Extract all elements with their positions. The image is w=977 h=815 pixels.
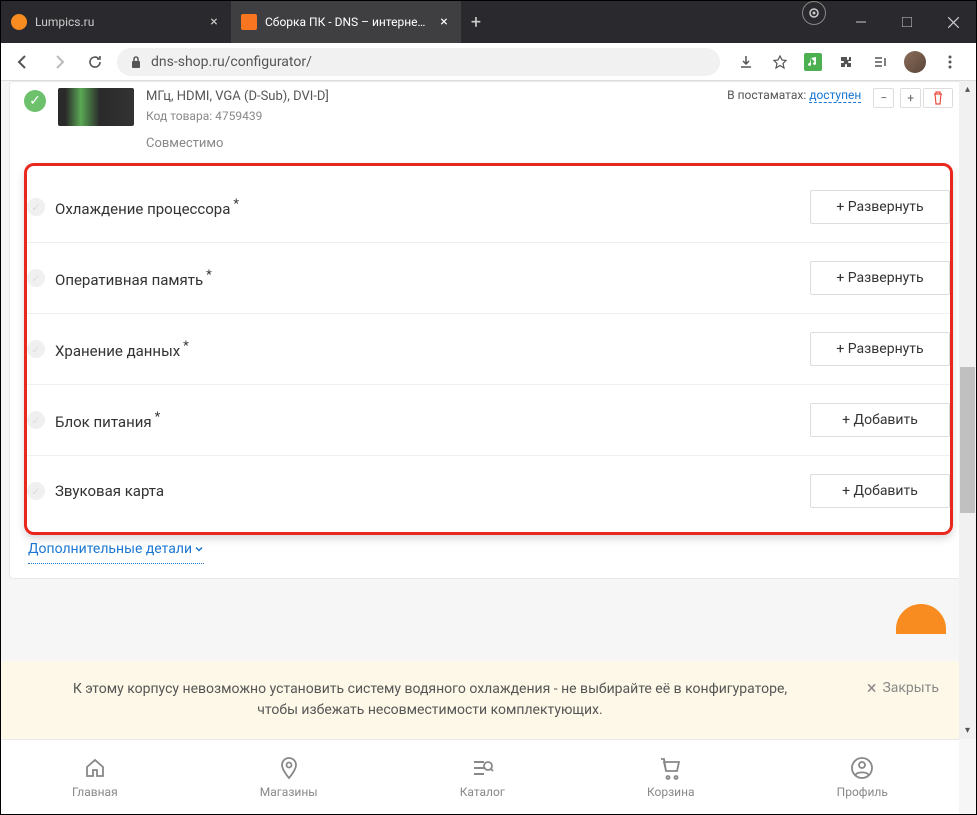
music-extension-icon[interactable] bbox=[804, 53, 822, 71]
profile-avatar-icon[interactable] bbox=[904, 51, 926, 73]
nav-catalog[interactable]: Каталог bbox=[460, 755, 505, 799]
product-code: Код товара: 4759439 bbox=[146, 108, 715, 125]
fab-button[interactable] bbox=[896, 604, 946, 634]
tab-title-1: Сборка ПК - DNS – интернет ма bbox=[265, 15, 429, 29]
page-viewport: ✓ МГц, HDMI, VGA (D-Sub), DVI-D] Код тов… bbox=[1, 81, 976, 814]
category-status-icon: ✓ bbox=[27, 482, 45, 500]
nav-label: Главная bbox=[72, 785, 118, 799]
nav-profile[interactable]: Профиль bbox=[837, 755, 888, 799]
category-status-icon: ✓ bbox=[27, 340, 45, 358]
url-text: dns-shop.ru/configurator/ bbox=[151, 54, 312, 70]
kebab-menu-icon[interactable] bbox=[940, 52, 960, 72]
add-button[interactable]: + Добавить bbox=[810, 474, 950, 508]
chevron-down-icon bbox=[194, 544, 204, 554]
browser-tab-0[interactable]: Lumpics.ru × bbox=[1, 1, 231, 43]
reading-list-icon[interactable] bbox=[870, 52, 890, 72]
nav-cart[interactable]: Корзина bbox=[647, 755, 695, 799]
expand-button[interactable]: + Развернуть bbox=[810, 332, 950, 366]
product-row: ✓ МГц, HDMI, VGA (D-Sub), DVI-D] Код тов… bbox=[24, 82, 953, 163]
browser-tab-1[interactable]: Сборка ПК - DNS – интернет ма × bbox=[231, 1, 461, 43]
nav-home[interactable]: Главная bbox=[72, 755, 118, 799]
nav-label: Профиль bbox=[837, 785, 888, 799]
configurator-card: ✓ МГц, HDMI, VGA (D-Sub), DVI-D] Код тов… bbox=[9, 81, 968, 579]
cart-icon bbox=[658, 755, 684, 781]
add-button[interactable]: + Добавить bbox=[810, 403, 950, 437]
expand-button[interactable]: + Развернуть bbox=[810, 190, 950, 224]
product-info: МГц, HDMI, VGA (D-Sub), DVI-D] Код товар… bbox=[146, 88, 715, 153]
close-icon: × bbox=[867, 675, 877, 702]
reload-button[interactable] bbox=[81, 48, 109, 76]
category-name: Звуковая карта bbox=[55, 482, 164, 500]
scroll-up-icon[interactable]: ▴ bbox=[959, 81, 976, 98]
remove-button[interactable] bbox=[923, 88, 953, 108]
tab-favicon-0 bbox=[11, 14, 27, 30]
category-name: Блок питания* bbox=[55, 410, 160, 431]
notice-text: К этому корпусу невозможно установить си… bbox=[73, 681, 787, 718]
close-icon[interactable]: × bbox=[207, 15, 221, 29]
home-icon bbox=[82, 755, 108, 781]
bottom-nav: Главная Магазины Каталог Корзина Профиль bbox=[1, 739, 959, 814]
profile-icon bbox=[849, 755, 875, 781]
highlighted-categories: ✓ Охлаждение процессора* + Развернуть ✓ … bbox=[24, 163, 953, 535]
expand-button[interactable]: + Развернуть bbox=[810, 261, 950, 295]
nav-label: Корзина bbox=[647, 785, 695, 799]
qty-minus[interactable]: − bbox=[873, 88, 894, 108]
nav-label: Магазины bbox=[260, 785, 318, 799]
additional-parts-link[interactable]: Дополнительные детали bbox=[28, 535, 204, 564]
url-field[interactable]: dns-shop.ru/configurator/ bbox=[117, 48, 720, 76]
qty-controls: − + bbox=[873, 88, 921, 108]
close-window-button[interactable] bbox=[930, 1, 976, 43]
extension-area bbox=[728, 51, 968, 73]
catalog-icon bbox=[469, 755, 495, 781]
extensions-puzzle-icon[interactable] bbox=[836, 52, 856, 72]
category-name: Охлаждение процессора* bbox=[55, 197, 239, 218]
new-tab-button[interactable]: + bbox=[461, 1, 491, 43]
lock-icon bbox=[129, 55, 143, 69]
account-indicator-icon[interactable] bbox=[802, 1, 826, 25]
maximize-button[interactable] bbox=[884, 1, 930, 43]
window-controls bbox=[838, 1, 976, 43]
availability: В постаматах: доступен bbox=[727, 88, 861, 102]
minimize-button[interactable] bbox=[838, 1, 884, 43]
product-thumbnail[interactable] bbox=[58, 88, 134, 126]
browser-titlebar: Lumpics.ru × Сборка ПК - DNS – интернет … bbox=[1, 1, 976, 43]
availability-link[interactable]: доступен bbox=[809, 88, 861, 103]
tab-title-0: Lumpics.ru bbox=[35, 15, 199, 29]
download-icon[interactable] bbox=[736, 52, 756, 72]
category-row-ram: ✓ Оперативная память* + Развернуть bbox=[27, 242, 950, 313]
scroll-down-icon[interactable]: ▾ bbox=[959, 722, 976, 739]
check-icon: ✓ bbox=[24, 90, 46, 112]
product-spec: МГц, HDMI, VGA (D-Sub), DVI-D] bbox=[146, 88, 715, 106]
category-name: Хранение данных* bbox=[55, 339, 189, 360]
nav-label: Каталог bbox=[460, 785, 505, 799]
bookmark-star-icon[interactable] bbox=[770, 52, 790, 72]
back-button[interactable] bbox=[9, 48, 37, 76]
nav-stores[interactable]: Магазины bbox=[260, 755, 318, 799]
qty-plus[interactable]: + bbox=[900, 88, 921, 108]
notice-bar: К этому корпусу невозможно установить си… bbox=[1, 661, 959, 739]
close-icon[interactable]: × bbox=[437, 15, 451, 29]
scroll-thumb[interactable] bbox=[960, 367, 975, 513]
category-row-storage: ✓ Хранение данных* + Развернуть bbox=[27, 313, 950, 384]
tab-favicon-1 bbox=[241, 14, 257, 30]
address-bar: dns-shop.ru/configurator/ bbox=[1, 43, 976, 81]
scrollbar[interactable]: ▴ ▾ bbox=[959, 81, 976, 739]
category-row-psu: ✓ Блок питания* + Добавить bbox=[27, 384, 950, 455]
category-row-cooling: ✓ Охлаждение процессора* + Развернуть bbox=[27, 172, 950, 242]
forward-button[interactable] bbox=[45, 48, 73, 76]
location-icon bbox=[276, 755, 302, 781]
compat-status: Совместимо bbox=[146, 135, 715, 153]
category-status-icon: ✓ bbox=[27, 269, 45, 287]
category-status-icon: ✓ bbox=[27, 198, 45, 216]
category-status-icon: ✓ bbox=[27, 411, 45, 429]
category-row-sound: ✓ Звуковая карта + Добавить bbox=[27, 455, 950, 526]
notice-close-button[interactable]: × Закрыть bbox=[867, 675, 939, 702]
category-name: Оперативная память* bbox=[55, 268, 212, 289]
